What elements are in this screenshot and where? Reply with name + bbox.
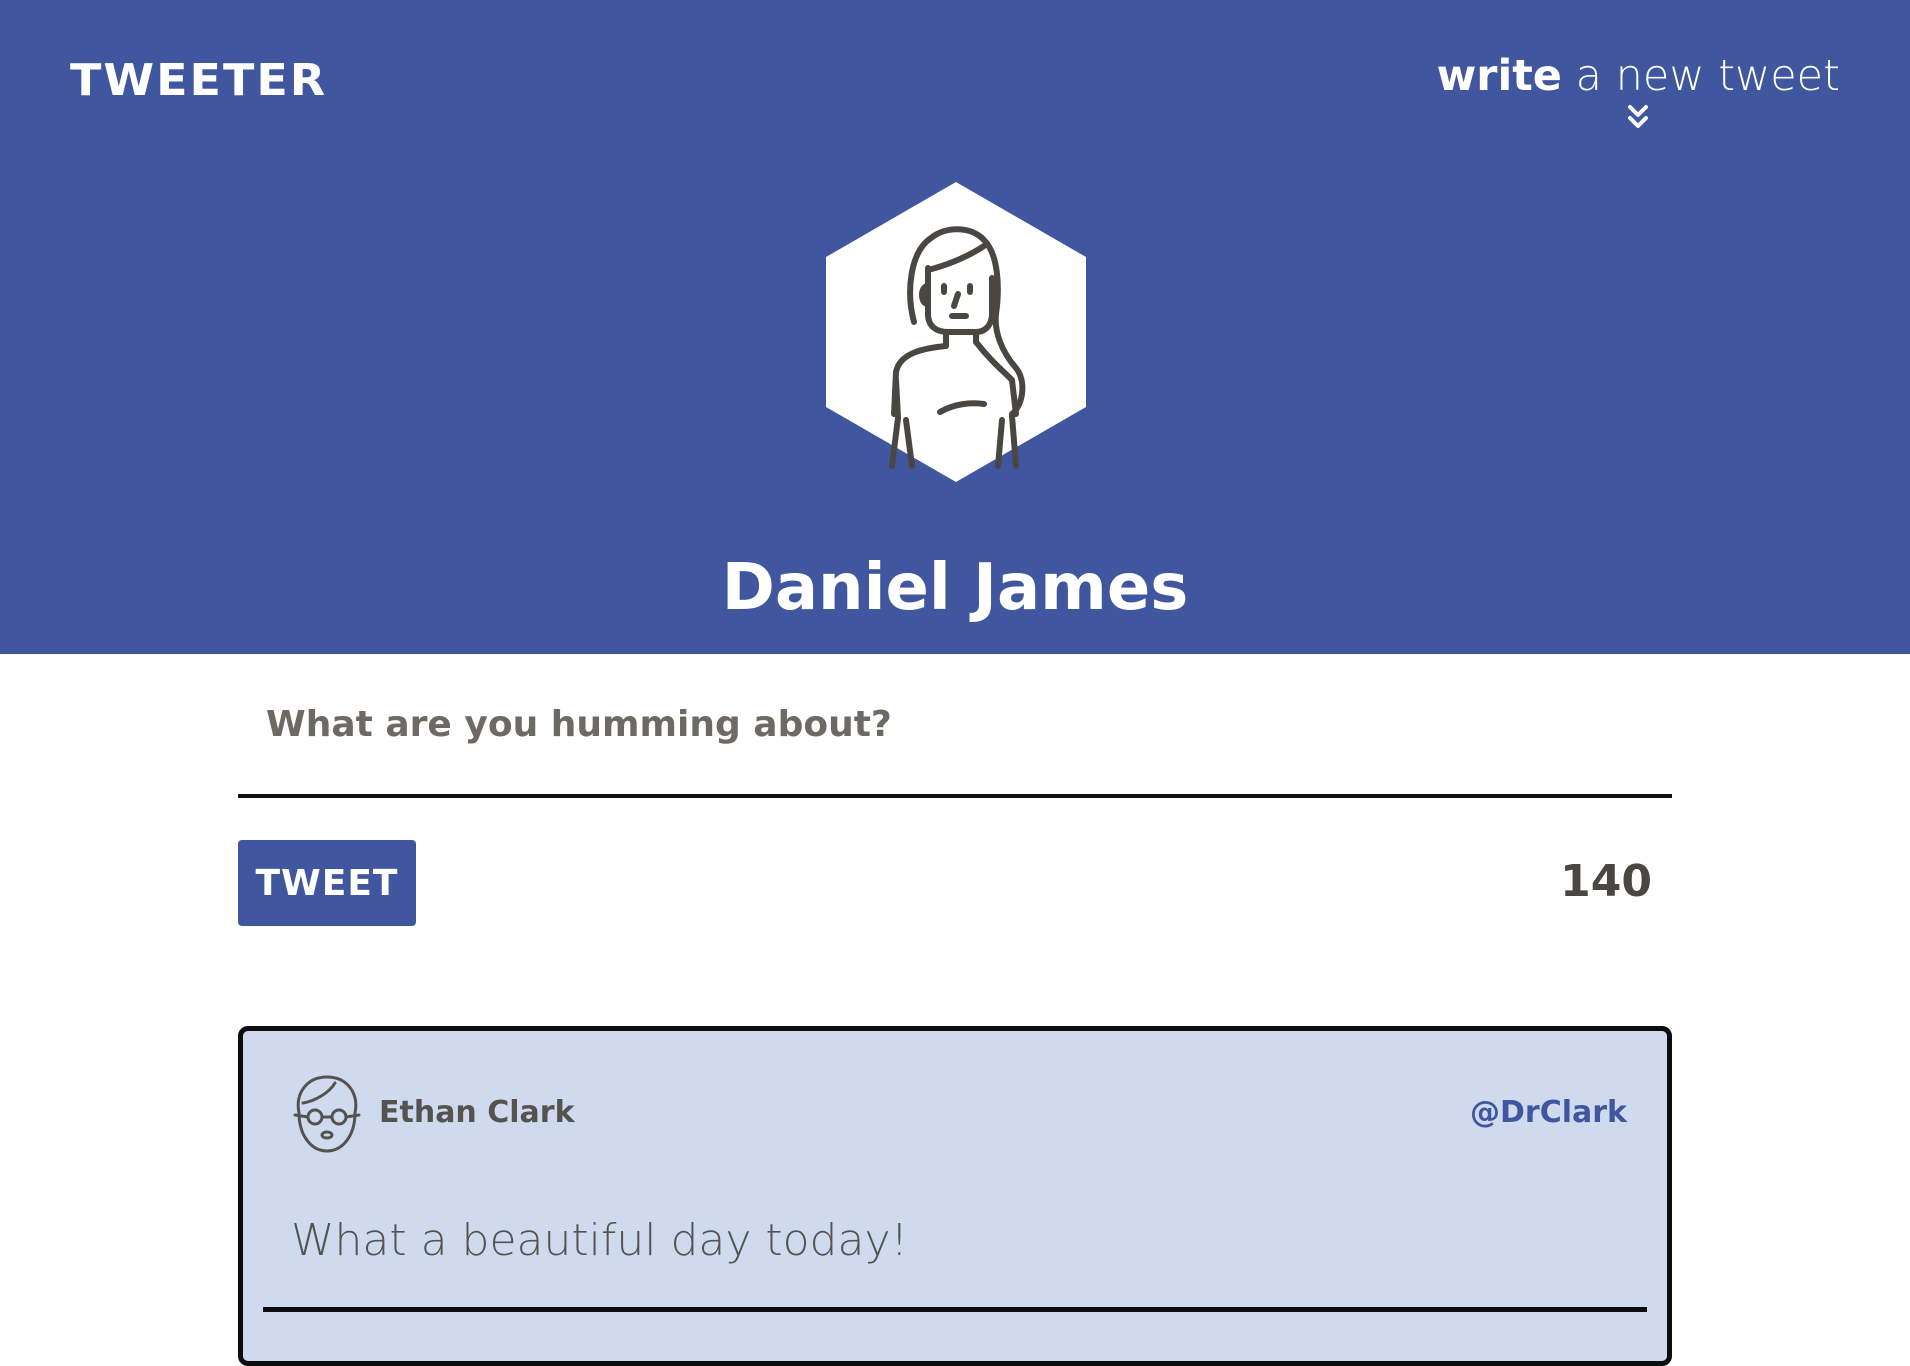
compose-actions — [238, 798, 1672, 928]
tweet-author-handle[interactable]: @DrClark — [1470, 1093, 1627, 1133]
tweet-author-avatar — [289, 1073, 365, 1155]
tweet-compose-input[interactable] — [238, 654, 1672, 798]
man-with-glasses-avatar-icon — [293, 1075, 361, 1153]
profile-avatar — [826, 182, 1086, 482]
tweet-card: Ethan Clark @DrClark What a beautiful da… — [238, 1026, 1672, 1366]
character-counter: 140 — [1560, 856, 1652, 907]
tweet-submit-button[interactable]: TWEET — [238, 840, 416, 926]
profile-name: Daniel James — [721, 551, 1189, 625]
write-new-tweet-label: write a new tweet — [1437, 48, 1840, 104]
tweet-text: What a beautiful day today! — [291, 1215, 909, 1266]
write-new-tweet-light: a new tweet — [1561, 51, 1840, 101]
brand-logo[interactable]: TWEETER — [70, 53, 327, 106]
tweet-author-name: Ethan Clark — [379, 1095, 575, 1130]
compose-tweet-form — [238, 654, 1672, 928]
double-chevron-down-icon — [1628, 105, 1649, 128]
tweet-header: Ethan Clark @DrClark — [289, 1073, 1627, 1155]
write-new-tweet-bold: write — [1436, 51, 1562, 101]
write-new-tweet-toggle[interactable]: write a new tweet — [1437, 48, 1840, 130]
tweet-divider — [263, 1307, 1647, 1312]
woman-avatar-icon — [826, 182, 1086, 482]
profile-header: TWEETER write a new tweet Daniel James — [0, 0, 1910, 654]
